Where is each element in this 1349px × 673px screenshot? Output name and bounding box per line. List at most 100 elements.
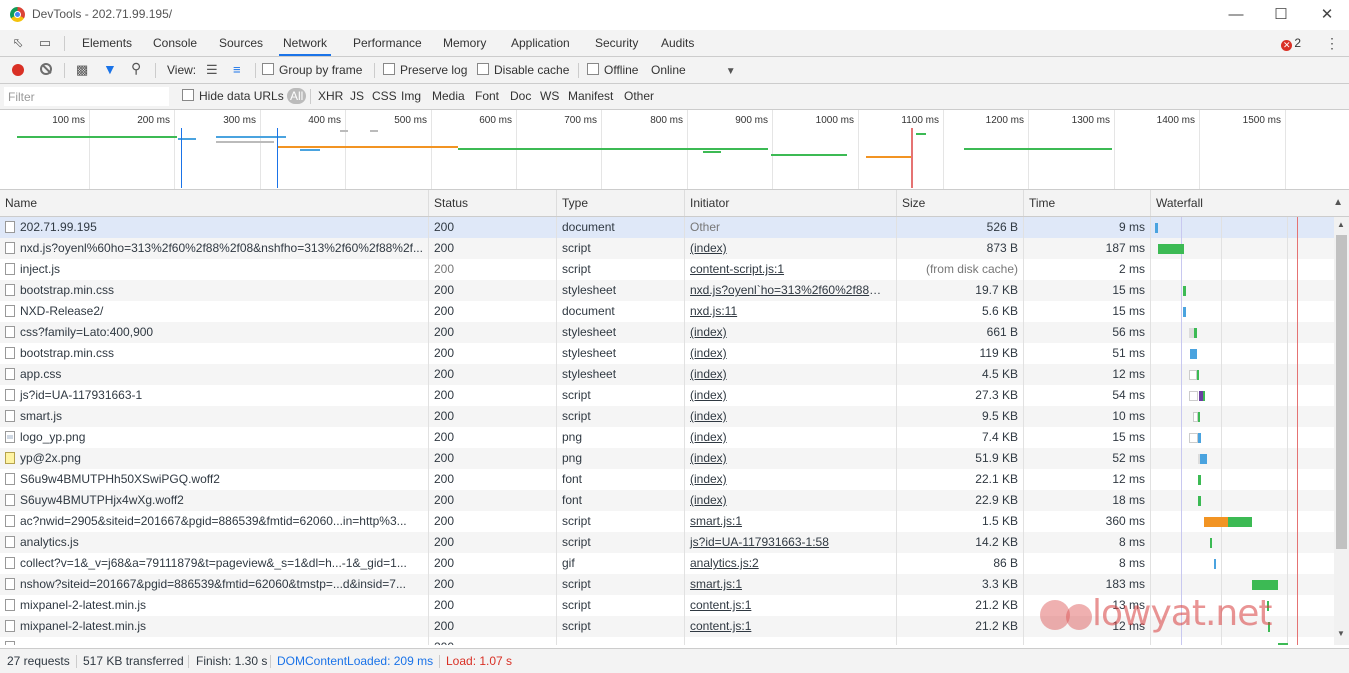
cell-initiator[interactable]: (index) — [685, 448, 897, 469]
cell-initiator[interactable]: (index) — [685, 364, 897, 385]
cell-initiator[interactable]: (index) — [685, 238, 897, 259]
minimize-button[interactable]: — — [1221, 4, 1251, 26]
cell-initiator[interactable]: js?id=UA-117931663-1:58 — [685, 532, 897, 553]
maximize-button[interactable]: ☐ — [1266, 4, 1296, 26]
filter-type-other[interactable]: Other — [624, 89, 654, 103]
filter-type-css[interactable]: CSS — [372, 89, 397, 103]
table-row[interactable]: yp@2x.png 200 png (index) 51.9 KB 52 ms — [0, 448, 1334, 469]
table-row[interactable]: inject.js 200 script content-script.js:1 (fr… — [0, 259, 1334, 280]
cell-initiator[interactable] — [685, 637, 897, 645]
cell-initiator[interactable]: analytics.js:2 — [685, 553, 897, 574]
tab-application[interactable]: Application — [507, 30, 574, 56]
table-row[interactable]: collect?v=1&_v=j68&a=79111879&t=pageview… — [0, 553, 1334, 574]
cell-initiator[interactable]: content.js:1 — [685, 616, 897, 637]
table-row[interactable]: analytics.js 200 script js?id=UA-117931663-… — [0, 532, 1334, 553]
column-initiator[interactable]: Initiator — [685, 190, 897, 216]
filter-type-manifest[interactable]: Manifest — [568, 89, 613, 103]
table-row[interactable]: ac?nwid=2905&siteid=201667&pgid=886539&f… — [0, 511, 1334, 532]
column-type[interactable]: Type — [557, 190, 685, 216]
filter-type-font[interactable]: Font — [475, 89, 499, 103]
device-toolbar-icon[interactable]: ▭ — [37, 35, 53, 51]
group-by-frame-checkbox[interactable]: Group by frame — [262, 63, 362, 77]
cell-initiator[interactable]: (index) — [685, 490, 897, 511]
column-size[interactable]: Size — [897, 190, 1024, 216]
initiator-text: nxd.js?oyenl`ho=313%2f60%2f88%2... — [690, 283, 897, 297]
capture-screenshots-icon[interactable]: ▩ — [76, 62, 88, 78]
filter-type-img[interactable]: Img — [401, 89, 421, 103]
cell-initiator[interactable]: (index) — [685, 385, 897, 406]
search-icon[interactable]: ⚲ — [131, 60, 141, 77]
column-time[interactable]: Time — [1024, 190, 1151, 216]
tab-network[interactable]: Network — [279, 30, 332, 56]
close-window-button[interactable]: ✕ — [1312, 4, 1342, 26]
error-count-badge[interactable]: ✕ 2 — [1281, 36, 1301, 51]
disable-cache-checkbox[interactable]: Disable cache — [477, 63, 569, 77]
filter-icon[interactable]: ▼ — [103, 61, 117, 77]
table-row[interactable]: bootstrap.min.css 200 stylesheet nxd.js?oye… — [0, 280, 1334, 301]
table-row[interactable]: css?family=Lato:400,900 200 stylesheet (ind… — [0, 322, 1334, 343]
table-row[interactable]: S6uyw4BMUTPHjx4wXg.woff2 200 font (index) 22… — [0, 490, 1334, 511]
waterfall-marker-line — [1181, 553, 1182, 574]
tab-elements[interactable]: Elements — [78, 30, 136, 56]
table-row[interactable]: app.css 200 stylesheet (index) 4.5 KB 12 ms — [0, 364, 1334, 385]
filter-type-media[interactable]: Media — [432, 89, 465, 103]
offline-checkbox[interactable]: Offline — [587, 63, 638, 77]
filter-type-xhr[interactable]: XHR — [318, 89, 343, 103]
column-status[interactable]: Status — [429, 190, 557, 216]
cell-initiator[interactable]: (index) — [685, 469, 897, 490]
cell-initiator[interactable]: (index) — [685, 322, 897, 343]
table-row[interactable]: smart.js 200 script (index) 9.5 KB 10 ms — [0, 406, 1334, 427]
cell-initiator[interactable]: smart.js:1 — [685, 574, 897, 595]
network-overview-timeline[interactable]: 100 ms 200 ms 300 ms 400 ms 500 ms 600 ms 700 … — [0, 110, 1349, 190]
hide-data-urls-checkbox[interactable]: Hide data URLs — [182, 89, 284, 103]
column-waterfall[interactable]: Waterfall ▲ — [1151, 190, 1349, 216]
overview-waterfall-icon[interactable]: ≡ — [233, 62, 241, 77]
vertical-scrollbar[interactable]: ▲ ▼ — [1334, 217, 1349, 645]
tab-audits[interactable]: Audits — [657, 30, 698, 56]
clear-button[interactable] — [40, 63, 52, 75]
tab-sources[interactable]: Sources — [215, 30, 267, 56]
table-row[interactable]: bootstrap.min.css 200 stylesheet (index) 119… — [0, 343, 1334, 364]
filter-type-js[interactable]: JS — [350, 89, 364, 103]
table-row[interactable]: nshow?siteid=201667&pgid=886539&fmtid=62… — [0, 574, 1334, 595]
table-row[interactable]: 202.71.99.195 200 document Other 526 B 9 ms — [0, 217, 1334, 238]
cell-initiator[interactable]: (index) — [685, 406, 897, 427]
filter-type-all[interactable]: All — [287, 88, 307, 104]
tab-performance[interactable]: Performance — [349, 30, 426, 56]
scroll-down-icon[interactable]: ▼ — [1337, 629, 1345, 638]
time-text: 56 ms — [1112, 325, 1145, 339]
cell-initiator[interactable]: content-script.js:1 — [685, 259, 897, 280]
filter-input[interactable] — [4, 87, 169, 106]
scroll-up-icon[interactable]: ▲ — [1337, 220, 1345, 229]
time-text: 9 ms — [1118, 220, 1145, 234]
throttling-select[interactable]: Online ▼ — [651, 63, 736, 77]
table-row[interactable]: logo_yp.png 200 png (index) 7.4 KB 15 ms — [0, 427, 1334, 448]
cell-waterfall — [1151, 553, 1334, 574]
cell-initiator[interactable]: nxd.js:11 — [685, 301, 897, 322]
cell-waterfall — [1151, 343, 1334, 364]
filter-type-ws[interactable]: WS — [540, 89, 559, 103]
inspect-element-icon[interactable]: ⬁ — [10, 35, 26, 51]
size-text: 22.1 KB — [975, 472, 1018, 486]
cell-initiator[interactable]: nxd.js?oyenl`ho=313%2f60%2f88%2... — [685, 280, 897, 301]
record-button[interactable] — [12, 64, 24, 76]
more-options-icon[interactable]: ⋮ — [1325, 35, 1339, 52]
cell-time: 54 ms — [1024, 385, 1151, 406]
table-row[interactable]: js?id=UA-117931663-1 200 script (index) 27.3… — [0, 385, 1334, 406]
filter-type-doc[interactable]: Doc — [510, 89, 531, 103]
column-name[interactable]: Name — [0, 190, 429, 216]
table-row[interactable]: S6u9w4BMUTPHh50XSwiPGQ.woff2 200 font (inde… — [0, 469, 1334, 490]
cell-initiator[interactable]: (index) — [685, 343, 897, 364]
cell-initiator[interactable]: content.js:1 — [685, 595, 897, 616]
table-row[interactable]: nxd.js?oyenl%60ho=313%2f60%2f88%2f08&nsh… — [0, 238, 1334, 259]
table-row[interactable]: NXD-Release2/200 document nxd.js:11 5.6 KB 1… — [0, 301, 1334, 322]
cell-initiator[interactable]: (index) — [685, 427, 897, 448]
tab-console[interactable]: Console — [149, 30, 201, 56]
tab-memory[interactable]: Memory — [439, 30, 490, 56]
tab-security[interactable]: Security — [591, 30, 642, 56]
preserve-log-checkbox[interactable]: Preserve log — [383, 63, 467, 77]
cell-initiator[interactable]: Other — [685, 217, 897, 238]
scrollbar-thumb[interactable] — [1336, 235, 1347, 549]
cell-initiator[interactable]: smart.js:1 — [685, 511, 897, 532]
large-rows-icon[interactable]: ☰ — [206, 62, 218, 78]
